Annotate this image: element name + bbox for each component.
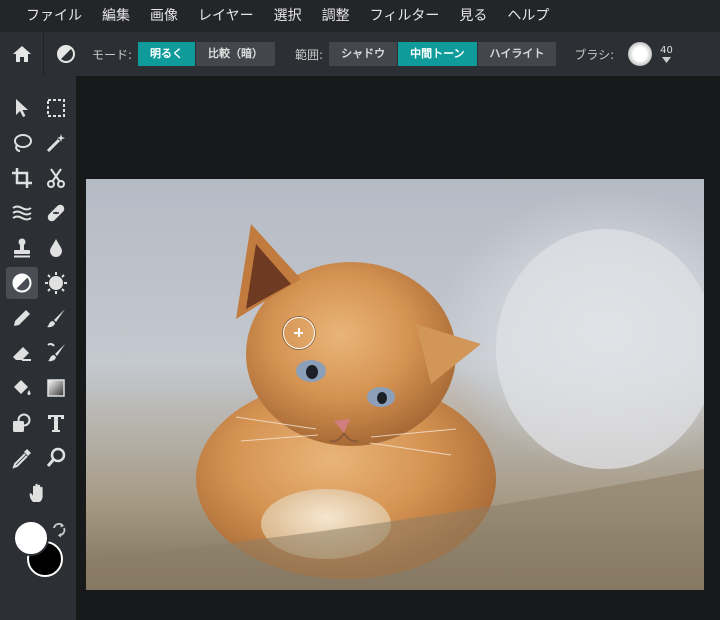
blur-tool[interactable] <box>40 232 72 264</box>
gradient-tool[interactable] <box>40 372 72 404</box>
liquify-tool-icon <box>12 205 32 221</box>
crop-tool-icon <box>12 168 32 188</box>
shape-tool[interactable] <box>6 407 38 439</box>
menu-file[interactable]: ファイル <box>16 0 92 32</box>
pencil-tool[interactable] <box>6 302 38 334</box>
text-tool-icon <box>48 415 64 432</box>
text-tool[interactable] <box>40 407 72 439</box>
current-tool-indicator <box>44 32 88 76</box>
kitten-photo <box>86 224 704 590</box>
paint-bucket-tool-icon <box>14 380 31 395</box>
move-tool[interactable] <box>6 92 38 124</box>
home-button[interactable] <box>0 32 44 76</box>
brush-tool-icon <box>47 309 65 328</box>
clone-stamp-tool[interactable] <box>6 232 38 264</box>
eraser-tool-icon <box>13 347 31 361</box>
sponge-tool-icon <box>45 272 67 294</box>
range-shadows-button[interactable]: シャドウ <box>329 42 399 66</box>
menu-layer[interactable]: レイヤー <box>188 0 264 32</box>
dodge-burn-tool[interactable] <box>6 267 38 299</box>
hand-tool-icon <box>29 483 43 502</box>
healing-tool[interactable] <box>40 197 72 229</box>
shape-tool-icon <box>13 413 31 432</box>
marquee-tool[interactable] <box>40 92 72 124</box>
clone-stamp-tool-icon <box>14 238 30 258</box>
mode-darken-button[interactable]: 比較（暗） <box>196 42 276 66</box>
hand-tool[interactable] <box>22 477 54 509</box>
brush-preview[interactable] <box>628 42 653 66</box>
range-label: 範囲: <box>295 47 324 62</box>
cut-tool-icon <box>47 168 65 188</box>
move-tool-icon <box>16 99 28 117</box>
menu-select[interactable]: 選択 <box>264 0 312 32</box>
zoom-tool[interactable] <box>40 442 72 474</box>
mode-segment: 明るく 比較（暗） <box>138 42 276 66</box>
brush-label: ブラシ: <box>574 47 615 62</box>
magic-wand-tool[interactable] <box>40 127 72 159</box>
menu-edit[interactable]: 編集 <box>92 0 140 32</box>
brush-size-value: 40 <box>660 45 673 56</box>
pencil-tool-icon <box>14 310 30 326</box>
paint-bucket-tool[interactable] <box>6 372 38 404</box>
swap-colors-icon[interactable] <box>51 522 67 538</box>
mode-label: モード: <box>92 47 133 62</box>
lasso-tool-icon <box>14 134 32 152</box>
menu-bar: ファイル 編集 画像 レイヤー 選択 調整 フィルター 見る ヘルプ <box>0 0 720 32</box>
eyedropper-tool[interactable] <box>6 442 38 474</box>
menu-help[interactable]: ヘルプ <box>497 0 559 32</box>
brush-cursor <box>283 317 315 349</box>
sponge-tool[interactable] <box>40 267 72 299</box>
magic-wand-tool-icon <box>46 134 65 153</box>
menu-image[interactable]: 画像 <box>140 0 188 32</box>
range-segment: シャドウ 中間トーン ハイライト <box>329 42 557 66</box>
liquify-tool[interactable] <box>6 197 38 229</box>
lasso-tool[interactable] <box>6 127 38 159</box>
marquee-tool-icon <box>47 99 65 117</box>
home-icon <box>12 46 31 62</box>
blur-tool-icon <box>50 239 62 257</box>
cut-tool[interactable] <box>40 162 72 194</box>
brush-tool[interactable] <box>40 302 72 334</box>
zoom-tool-icon <box>46 447 66 467</box>
eraser-tool[interactable] <box>6 337 38 369</box>
color-replace-tool[interactable] <box>40 337 72 369</box>
range-midtones-button[interactable]: 中間トーン <box>398 42 478 66</box>
dodge-burn-tool-icon <box>12 273 32 293</box>
menu-adjust[interactable]: 調整 <box>312 0 360 32</box>
range-highlights-button[interactable]: ハイライト <box>477 42 557 66</box>
chevron-down-icon <box>662 57 671 63</box>
menu-filter[interactable]: フィルター <box>360 0 450 32</box>
brush-size-control[interactable]: 40 <box>660 45 673 63</box>
color-replace-tool-icon <box>47 343 65 362</box>
eyedropper-tool-icon <box>12 449 31 469</box>
dodge-burn-icon <box>57 45 75 63</box>
options-bar: モード: 明るく 比較（暗） 範囲: シャドウ 中間トーン ハイライト ブラシ:… <box>0 32 720 76</box>
mode-lighten-button[interactable]: 明るく <box>138 42 197 66</box>
gradient-tool-icon <box>47 379 65 397</box>
crop-tool[interactable] <box>6 162 38 194</box>
healing-tool-icon <box>47 204 65 222</box>
menu-view[interactable]: 見る <box>449 0 497 32</box>
document-image[interactable] <box>86 179 704 590</box>
foreground-color-swatch[interactable] <box>13 520 49 556</box>
